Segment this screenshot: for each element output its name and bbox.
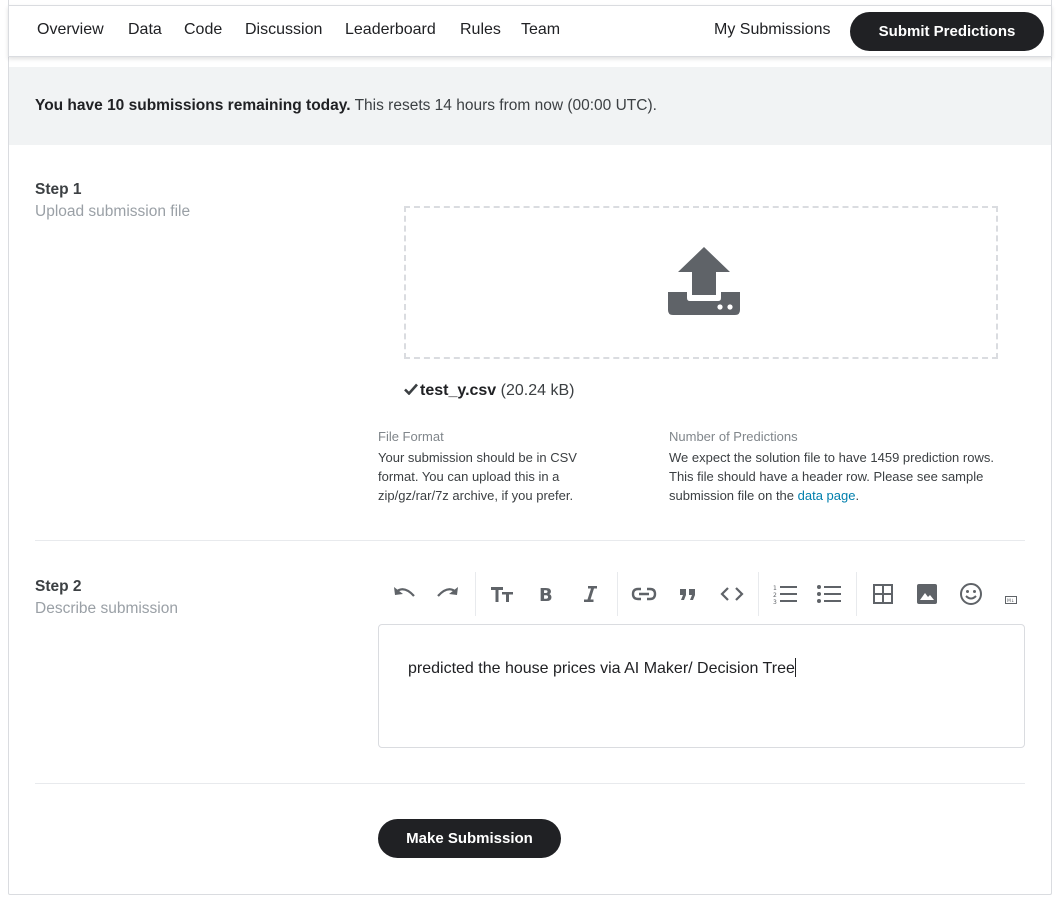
bold-icon[interactable]: B — [531, 579, 561, 609]
check-icon — [404, 382, 420, 400]
divider — [35, 783, 1025, 784]
tab-overview[interactable]: Overview — [37, 21, 104, 39]
editor-content: predicted the house prices via AI Maker/… — [408, 660, 795, 677]
top-nav: Overview Data Code Discussion Leaderboar… — [8, 5, 1052, 57]
tab-data[interactable]: Data — [128, 21, 162, 39]
step2-subtitle: Describe submission — [35, 600, 178, 617]
submit-predictions-button[interactable]: Submit Predictions — [850, 12, 1044, 51]
editor-text: predicted the house prices via AI Maker/… — [408, 658, 796, 678]
text-caret — [794, 658, 796, 677]
uploaded-file: test_y.csv (20.24 kB) — [404, 382, 574, 400]
link-icon[interactable] — [629, 579, 659, 609]
tab-team[interactable]: Team — [521, 21, 560, 39]
file-format-text: Your submission should be in CSV format.… — [378, 448, 577, 505]
tab-rules[interactable]: Rules — [460, 21, 501, 39]
file-format-line: zip/gz/rar/7z archive, if you prefer. — [378, 488, 574, 503]
file-format-line: Your submission should be in CSV — [378, 450, 577, 465]
upload-icon — [668, 247, 740, 315]
image-icon[interactable] — [912, 579, 942, 609]
italic-icon[interactable] — [575, 579, 605, 609]
svg-text:1: 1 — [773, 585, 777, 592]
upload-dropzone[interactable] — [404, 206, 998, 359]
tab-discussion[interactable]: Discussion — [245, 21, 322, 39]
tab-leaderboard[interactable]: Leaderboard — [345, 21, 436, 39]
num-predictions-line: We expect the solution file to have 1459… — [669, 450, 994, 465]
data-page-link[interactable]: data page — [798, 488, 856, 503]
tab-code[interactable]: Code — [184, 21, 222, 39]
num-predictions-text: We expect the solution file to have 1459… — [669, 448, 994, 505]
banner-text: You have 10 submissions remaining today.… — [35, 97, 657, 115]
banner-rest-text: This resets 14 hours from now (00:00 UTC… — [350, 97, 657, 114]
svg-text:2: 2 — [773, 592, 777, 599]
redo-icon[interactable] — [433, 579, 463, 609]
submissions-remaining-banner: You have 10 submissions remaining today.… — [9, 67, 1051, 145]
toolbar-separator — [856, 572, 857, 616]
my-submissions-link[interactable]: My Submissions — [714, 21, 830, 39]
toolbar-separator — [475, 572, 476, 616]
num-predictions-line: This file should have a header row. Plea… — [669, 469, 984, 484]
file-format-line: format. You can upload this in a — [378, 469, 560, 484]
banner-bold-text: You have 10 submissions remaining today. — [35, 97, 351, 114]
svg-text:M↓: M↓ — [1007, 598, 1015, 604]
divider — [35, 540, 1025, 541]
table-icon[interactable] — [868, 579, 898, 609]
step2-title: Step 2 — [35, 578, 82, 595]
emoji-icon[interactable] — [956, 579, 986, 609]
num-predictions-suffix: . — [855, 488, 860, 503]
svg-text:3: 3 — [773, 599, 777, 605]
svg-text:B: B — [539, 585, 553, 604]
ordered-list-icon[interactable]: 123 — [770, 579, 800, 609]
make-submission-button[interactable]: Make Submission — [378, 819, 561, 858]
code-icon[interactable] — [717, 579, 747, 609]
step1-title: Step 1 — [35, 181, 82, 198]
step1-subtitle: Upload submission file — [35, 203, 191, 220]
heading-icon[interactable] — [487, 579, 517, 609]
num-predictions-line: submission file on the data page. — [669, 486, 994, 505]
num-predictions-prefix: submission file on the — [669, 488, 798, 503]
markdown-icon[interactable]: M↓ — [997, 579, 1025, 609]
bullet-list-icon[interactable] — [814, 579, 844, 609]
quote-icon[interactable] — [673, 579, 703, 609]
undo-icon[interactable] — [389, 579, 419, 609]
file-name: test_y.csv — [420, 382, 497, 399]
toolbar-separator — [617, 572, 618, 616]
num-predictions-heading: Number of Predictions — [669, 429, 798, 444]
toolbar-separator — [758, 572, 759, 616]
file-size: (20.24 kB) — [500, 382, 575, 399]
file-format-heading: File Format — [378, 429, 444, 444]
description-editor[interactable]: predicted the house prices via AI Maker/… — [378, 624, 1025, 748]
